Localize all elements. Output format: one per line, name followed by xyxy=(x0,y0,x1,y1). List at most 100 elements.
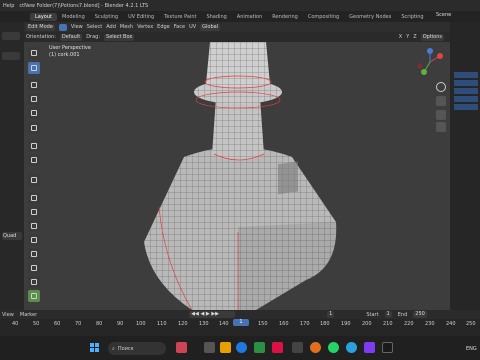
quad-dropdown[interactable]: Quad xyxy=(2,232,22,240)
menu-select[interactable]: Select xyxy=(87,24,102,30)
outliner-row[interactable] xyxy=(454,88,478,94)
timeline-header: View Marker ◀◀ ◀ ▶ ▶▶ 1 Start 1 End 250 xyxy=(0,310,480,319)
workspace-tabs: Layout Modeling Sculpting UV Editing Tex… xyxy=(0,11,480,22)
timeline-menu-marker[interactable]: Marker xyxy=(20,312,37,318)
rotate-tool-icon[interactable] xyxy=(28,93,40,105)
scale-tool-icon[interactable] xyxy=(28,107,40,119)
tool-shelf xyxy=(26,42,42,310)
tab-geometry-nodes[interactable]: Geometry Nodes xyxy=(344,13,396,21)
measure-tool-icon[interactable] xyxy=(28,154,40,166)
outliner-row[interactable] xyxy=(454,72,478,78)
blender-icon[interactable] xyxy=(310,342,321,353)
grid-view-icon[interactable] xyxy=(436,122,446,132)
tab-scripting[interactable]: Scripting xyxy=(396,13,428,21)
ruler-tick: 40 xyxy=(12,321,19,327)
move-tool-icon[interactable] xyxy=(28,79,40,91)
poly-build-tool-icon[interactable] xyxy=(28,262,40,274)
camera-icon[interactable] xyxy=(436,110,446,120)
taskbar-search[interactable]: ⌕ Поиск xyxy=(108,342,166,355)
search-placeholder: Поиск xyxy=(117,345,134,352)
vertex-select-icon[interactable] xyxy=(58,23,67,31)
app-icon[interactable] xyxy=(292,342,303,353)
loop-cut-tool-icon[interactable] xyxy=(28,234,40,246)
bottle-mesh[interactable] xyxy=(24,42,450,310)
menu-face[interactable]: Face xyxy=(174,24,185,30)
tab-modeling[interactable]: Modeling xyxy=(57,13,90,21)
scene-selector[interactable]: Scene xyxy=(436,12,451,18)
smooth-tool-icon[interactable] xyxy=(28,290,40,302)
telegram-icon[interactable] xyxy=(346,342,357,353)
viewport-header: Edit Mode View Select Add Mesh Vertex Ed… xyxy=(24,22,450,32)
start-label: Start xyxy=(366,311,379,318)
outliner-row[interactable] xyxy=(454,104,478,110)
strip-button[interactable] xyxy=(2,32,20,40)
app-icon[interactable] xyxy=(176,342,187,353)
outliner-row[interactable] xyxy=(454,80,478,86)
menu-view[interactable]: View xyxy=(71,24,83,30)
edge-browser-icon[interactable] xyxy=(236,342,247,353)
menu-uv[interactable]: UV xyxy=(189,24,196,30)
annotate-tool-icon[interactable] xyxy=(28,140,40,152)
language-indicator[interactable]: ENG xyxy=(466,346,477,352)
axis-y-toggle[interactable]: Y xyxy=(406,34,409,40)
ruler-tick: 240 xyxy=(446,321,456,327)
knife-tool-icon[interactable] xyxy=(28,248,40,260)
extrude-tool-icon[interactable] xyxy=(28,192,40,204)
tab-uv-editing[interactable]: UV Editing xyxy=(123,13,159,21)
spin-tool-icon[interactable] xyxy=(28,276,40,288)
tab-compositing[interactable]: Compositing xyxy=(303,13,344,21)
pycharm-icon[interactable] xyxy=(254,342,265,353)
tab-sculpting[interactable]: Sculpting xyxy=(90,13,123,21)
ruler-tick: 70 xyxy=(75,321,82,327)
playhead[interactable]: 1 xyxy=(233,319,249,326)
tab-rendering[interactable]: Rendering xyxy=(267,13,303,21)
3d-viewport[interactable]: User Perspective (1) cork.001 xyxy=(24,42,450,310)
transform-tool-icon[interactable] xyxy=(28,122,40,134)
ruler-tick: 80 xyxy=(96,321,103,327)
orientation-label: Orientation: xyxy=(26,34,56,40)
file-explorer-icon[interactable] xyxy=(220,342,231,353)
tab-shading[interactable]: Shading xyxy=(201,13,231,21)
pan-hand-icon[interactable] xyxy=(436,96,446,106)
start-frame-field[interactable]: 1 xyxy=(384,311,392,318)
tab-layout[interactable]: Layout xyxy=(30,12,57,21)
strip-button[interactable] xyxy=(2,52,20,60)
app-icon[interactable] xyxy=(272,342,283,353)
transform-orientation[interactable]: Global xyxy=(200,23,221,31)
current-frame-field[interactable]: 1 xyxy=(327,311,335,318)
timeline-menu-view[interactable]: View xyxy=(2,312,14,318)
select-tool-icon[interactable] xyxy=(28,47,40,59)
playback-controls[interactable]: ◀◀ ◀ ▶ ▶▶ xyxy=(189,311,236,318)
ruler-tick: 220 xyxy=(404,321,414,327)
mode-select[interactable]: Edit Mode xyxy=(26,23,55,31)
options-button[interactable]: Options xyxy=(420,33,444,41)
windows-start-icon[interactable] xyxy=(90,343,100,353)
end-label: End xyxy=(397,311,408,318)
orientation-select[interactable]: Default xyxy=(59,33,83,41)
outliner-row[interactable] xyxy=(454,96,478,102)
cursor-tool-icon[interactable] xyxy=(28,62,40,74)
axis-z-toggle[interactable]: Z xyxy=(413,34,416,40)
axis-x-toggle[interactable]: X xyxy=(399,34,402,40)
whatsapp-icon[interactable] xyxy=(328,342,339,353)
tab-animation[interactable]: Animation xyxy=(232,13,268,21)
menu-vertex[interactable]: Vertex xyxy=(137,24,153,30)
drag-select[interactable]: Select Box xyxy=(104,33,135,41)
menu-edge[interactable]: Edge xyxy=(157,24,170,30)
end-frame-field[interactable]: 250 xyxy=(413,311,427,318)
task-view-icon[interactable] xyxy=(204,342,215,353)
bevel-tool-icon[interactable] xyxy=(28,220,40,232)
navigation-gizmo[interactable] xyxy=(416,48,444,76)
menu-mesh[interactable]: Mesh xyxy=(120,24,133,30)
ruler-tick: 50 xyxy=(33,321,40,327)
window-title: ctNew Folder(7)\Potions7.blend] - Blende… xyxy=(19,2,149,9)
zoom-icon[interactable] xyxy=(436,82,446,92)
menu-help[interactable]: Help xyxy=(0,3,17,9)
terminal-icon[interactable] xyxy=(382,342,393,353)
ruler-tick: 190 xyxy=(341,321,351,327)
tab-texture-paint[interactable]: Texture Paint xyxy=(159,13,201,21)
menu-add[interactable]: Add xyxy=(106,24,116,30)
add-cube-tool-icon[interactable] xyxy=(28,174,40,186)
visual-studio-icon[interactable] xyxy=(364,342,375,353)
inset-tool-icon[interactable] xyxy=(28,206,40,218)
